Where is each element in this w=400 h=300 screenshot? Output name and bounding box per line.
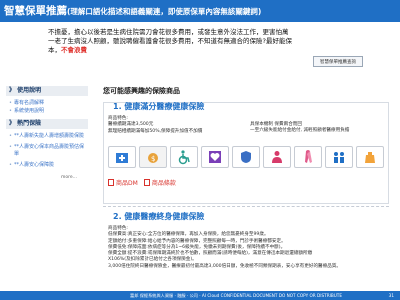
sidebar-section-usage: 》 使用說明 [6, 86, 88, 96]
hospital-icon [108, 146, 136, 168]
sidebar-item-popular-1[interactable]: **人壽新失能人壽增額壽險保險 [6, 133, 88, 141]
product-2-feature-line: 3,000倍住院終日醫療保險金，醫療最初付最高達3,000倍日額，免收極不同類保… [108, 263, 342, 269]
page-footer: 富邦 保經系統與人資服 · 融服 · 公司 · AI Cloud CONFIDE… [0, 291, 400, 300]
svg-text:$: $ [151, 155, 155, 163]
recommend-search-button[interactable]: 智慧保單推薦查詢 [313, 56, 363, 67]
wheelchair-icon [170, 146, 198, 168]
product-dm-link[interactable]: 商品DM [108, 178, 138, 187]
product-2-title[interactable]: 2. 健康醫療終身健康保險 [113, 211, 204, 222]
kettle-icon [356, 146, 384, 168]
document-icon [108, 179, 114, 186]
sidebar: 》 使用說明 專有名詞解釋 系統使用說明 》 熱門保險 **人壽新失能人壽增額壽… [6, 86, 88, 180]
product-1-features-right: 具保本機制 保費兩合而回 一至六級失能給付金給付, 減輕照顧者醫療用負擔 [250, 122, 349, 135]
sidebar-item-popular-3[interactable]: **人壽安心保障險 [6, 162, 88, 170]
query-highlight: 不會浪費 [61, 46, 87, 54]
product-terms-link[interactable]: 商品條款 [143, 178, 176, 187]
family-icon [325, 146, 353, 168]
document-icon [143, 179, 150, 186]
shield-icon [232, 146, 260, 168]
banner-title: 智慧保單推薦 [4, 5, 67, 17]
product-1-icon-row: $ [108, 146, 384, 168]
product-2-features: 商品特色: 低保費高:真正安心:全方位的醫療保障，再加入身保險，給您無憂終身至9… [108, 226, 390, 270]
sidebar-item-manual[interactable]: 系統使用說明 [6, 108, 88, 116]
doctor-icon [263, 146, 291, 168]
sidebar-item-glossary[interactable]: 專有名詞解釋 [6, 100, 88, 108]
sidebar-item-popular-2[interactable]: **人壽安心保本商品壽險預估保單 [6, 144, 88, 159]
ribbon-icon [294, 146, 322, 168]
page-banner: 智慧保單推薦(理解口語化描述和語義關連，即使原保單內容無該關鍵詞) [0, 0, 400, 22]
sidebar-section-popular: 》 熱門保險 [6, 119, 88, 129]
heart-icon [201, 146, 229, 168]
query-text: 不擔憂，擔心以後若是生病住院需刀會花很多費用，或發生意外沒法工作，更害怕萬一老了… [48, 28, 294, 55]
section-divider [103, 206, 389, 207]
page-number: 31 [388, 293, 394, 298]
product-1-feature-right-2: 一至六級失能給付金給付, 減輕照顧者醫療用負擔 [250, 128, 350, 134]
product-1-features-left: 商品特色: 醫療續期滿達3,500元 無理賠相續期滿每加50%,保障提升加值不加… [108, 116, 202, 135]
product-1-feature-2: 無理賠相續期滿每加50%,保障提升加值不加價 [108, 128, 203, 134]
money-bag-icon: $ [139, 146, 167, 168]
product-1-title[interactable]: 1. 健康滿分醫療健康保險 [113, 101, 204, 112]
sidebar-more-link[interactable]: more... [6, 175, 88, 180]
footer-text: 富邦 保經系統與人資服 · 融服 · 公司 · AI Cloud CONFIDE… [130, 293, 342, 298]
main-title: 您可能感興趣的保險商品 [103, 87, 180, 95]
product-1-links: 商品DM 商品條款 [108, 178, 176, 187]
banner-subtitle: (理解口語化描述和語義關連，即使原保單內容無該關鍵詞) [67, 7, 262, 16]
